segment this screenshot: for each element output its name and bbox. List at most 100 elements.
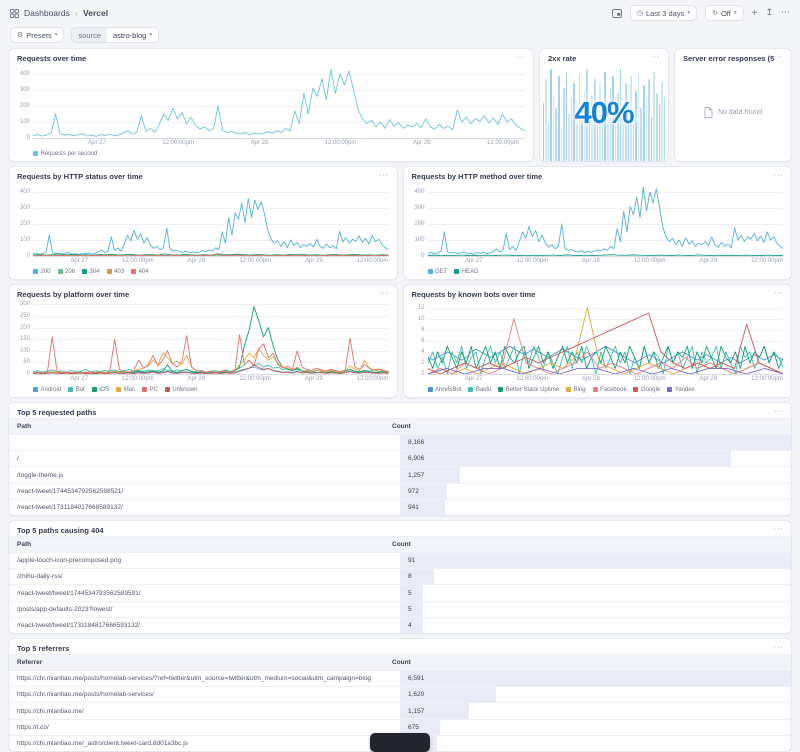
count-bar — [400, 451, 731, 466]
legend-item[interactable]: Better Stack Uptime — [498, 387, 559, 393]
table-row[interactable]: https://chi.miantiao.me/1,157 — [9, 703, 791, 719]
panel-menu-icon[interactable]: ⋯ — [774, 646, 784, 651]
filter-value: astro-blog — [113, 31, 146, 40]
kiosk-icon[interactable] — [612, 9, 622, 18]
table-row[interactable]: /react-tweet/1731184017668589132/941 — [9, 500, 791, 515]
path-cell: https://t.co/ — [9, 724, 400, 731]
table-row[interactable]: /react-tweet/tweet/1744534793562589591/5 — [9, 585, 791, 601]
legend-item[interactable]: GET — [428, 269, 448, 275]
clock-icon: ◷ — [637, 9, 643, 17]
presets-label: Presets — [26, 31, 51, 40]
table-row[interactable]: https://chi.miantiao.me/posts/homelab-se… — [9, 687, 791, 703]
refresh-button[interactable]: ↻ Off ▾ — [705, 5, 744, 21]
platform-chart: 050100150200250300Apr 2712:00:00pmApr 28… — [9, 300, 397, 397]
x-axis-tick: 12:00:00pm — [634, 258, 666, 264]
table-body: 8,166/6,906/toggle-theme.js1,257/react-t… — [9, 435, 791, 515]
count-bar — [400, 435, 791, 450]
x-axis-tick: Apr 28 — [582, 376, 600, 382]
legend-item[interactable]: 206 — [58, 269, 76, 275]
legend-item[interactable]: Facebook — [593, 387, 627, 393]
bottom-dock[interactable] — [370, 733, 430, 752]
filter-chip-source[interactable]: source astro-blog ▾ — [71, 27, 159, 43]
presets-button[interactable]: ⚙ Presets ▾ — [10, 27, 64, 43]
table-row[interactable]: /zhihu-daily-rss/8 — [9, 569, 791, 585]
panel-menu-icon[interactable]: ⋯ — [774, 56, 784, 61]
breadcrumb-section[interactable]: Dashboards — [24, 8, 70, 18]
legend-item[interactable]: Bot — [68, 387, 85, 393]
legend-item[interactable]: 200 — [33, 269, 51, 275]
table-row[interactable]: 8,166 — [9, 435, 791, 451]
time-range-button[interactable]: ◷ Last 3 days ▾ — [630, 5, 697, 21]
count-bar — [400, 671, 791, 686]
legend-item[interactable]: iOS — [92, 387, 110, 393]
legend-item[interactable]: AhrefsBot — [428, 387, 462, 393]
legend-item[interactable]: Baidu — [468, 387, 491, 393]
legend-item[interactable]: Yandex — [667, 387, 694, 393]
panel-menu-icon[interactable]: ⋯ — [774, 174, 784, 179]
count-cell: 941 — [400, 504, 427, 511]
legend-item[interactable]: 403 — [107, 269, 125, 275]
panel-title: Top 5 referrers — [17, 644, 69, 653]
column-header-path[interactable]: Path — [17, 541, 392, 548]
path-cell: / — [9, 455, 400, 462]
panel-menu-icon[interactable]: ⋯ — [651, 56, 661, 61]
panel-platform: Requests by platform over time ⋯ 0501001… — [8, 284, 398, 398]
x-axis-tick: Apr 27 — [70, 258, 88, 264]
panel-menu-icon[interactable]: ⋯ — [379, 174, 389, 179]
legend-item[interactable]: Mac — [116, 387, 135, 393]
panel-title: Requests by platform over time — [17, 290, 129, 299]
column-header-count[interactable]: Count — [392, 659, 783, 666]
legend-item[interactable]: Unknown — [165, 387, 198, 393]
panel-title: Top 5 paths causing 404 — [17, 526, 104, 535]
column-header-referrer[interactable]: Referrer — [17, 659, 392, 666]
path-cell: /react-tweet/tweet/1744534793562589591/ — [9, 590, 400, 597]
table-header: Referrer Count — [9, 654, 791, 671]
legend-item[interactable]: 304 — [82, 269, 100, 275]
x-axis-tick: Apr 29 — [413, 140, 431, 146]
share-icon[interactable]: ↥ — [765, 9, 773, 18]
column-header-path[interactable]: Path — [17, 423, 392, 430]
panel-menu-icon[interactable]: ⋯ — [516, 56, 526, 61]
path-cell: /react-tweet/1731184017668589132/ — [9, 504, 400, 511]
table-row[interactable]: /posts/app-defaults-2023?lowest/5 — [9, 602, 791, 618]
panel-known-bots: Requests by known bots over time ⋯ 02468… — [403, 284, 793, 398]
legend-item[interactable]: 404 — [131, 269, 149, 275]
legend-item[interactable]: Requests per second — [33, 151, 97, 157]
column-header-count[interactable]: Count — [392, 541, 783, 548]
count-cell: 5 — [400, 590, 420, 597]
panel-menu-icon[interactable]: ⋯ — [774, 292, 784, 297]
panel-top-404-paths: Top 5 paths causing 404 ⋯ Path Count /ap… — [8, 520, 792, 634]
count-bar — [400, 553, 791, 568]
table-row[interactable]: /apple-touch-icon-precomposed.png91 — [9, 553, 791, 569]
x-axis-tick: Apr 29 — [700, 258, 718, 264]
count-cell: 1,620 — [400, 691, 432, 698]
requests-chart: 0100200300400Apr 2712:00:00pmApr 2812:00… — [9, 64, 533, 161]
table-row[interactable]: /react-tweet/1744534792562598521/972 — [9, 484, 791, 500]
panel-menu-icon[interactable]: ⋯ — [774, 528, 784, 533]
table-header: Path Count — [9, 418, 791, 435]
table-row[interactable]: /react-tweet/tweet/1731184817666593132/4 — [9, 618, 791, 633]
panel-title: Requests by HTTP status over time — [17, 172, 143, 181]
legend-item[interactable]: Bing — [566, 387, 586, 393]
table-row[interactable]: /toggle-theme.js1,257 — [9, 467, 791, 483]
panel-menu-icon[interactable]: ⋯ — [379, 292, 389, 297]
legend-item[interactable]: Google — [633, 387, 660, 393]
path-cell: /posts/app-defaults-2023?lowest/ — [9, 606, 400, 613]
path-cell: /react-tweet/1744534792562598521/ — [9, 488, 400, 495]
legend-item[interactable]: Android — [33, 387, 61, 393]
more-menu-icon[interactable]: ⋯ — [781, 9, 790, 18]
x-axis-tick: 12:00:00pm — [239, 258, 271, 264]
add-panel-button[interactable]: + — [752, 9, 758, 18]
panel-menu-icon[interactable]: ⋯ — [774, 410, 784, 415]
table-row[interactable]: /6,906 — [9, 451, 791, 467]
column-header-count[interactable]: Count — [392, 423, 783, 430]
stat-body: 40% — [540, 64, 668, 161]
legend-item[interactable]: PC — [142, 387, 158, 393]
count-cell: 5 — [400, 606, 420, 613]
legend-item[interactable]: HEAD — [454, 269, 478, 275]
dashboard-grid: Requests over time ⋯ 0100200300400Apr 27… — [0, 48, 800, 752]
count-cell: 8,166 — [400, 439, 432, 446]
breadcrumb: Dashboards › Vercel — [10, 8, 108, 18]
table-row[interactable]: https://chi.miantiao.me/posts/homelab-se… — [9, 671, 791, 687]
known-bots-chart: 024681012Apr 2712:00:00pmApr 2812:00:00p… — [404, 300, 792, 397]
